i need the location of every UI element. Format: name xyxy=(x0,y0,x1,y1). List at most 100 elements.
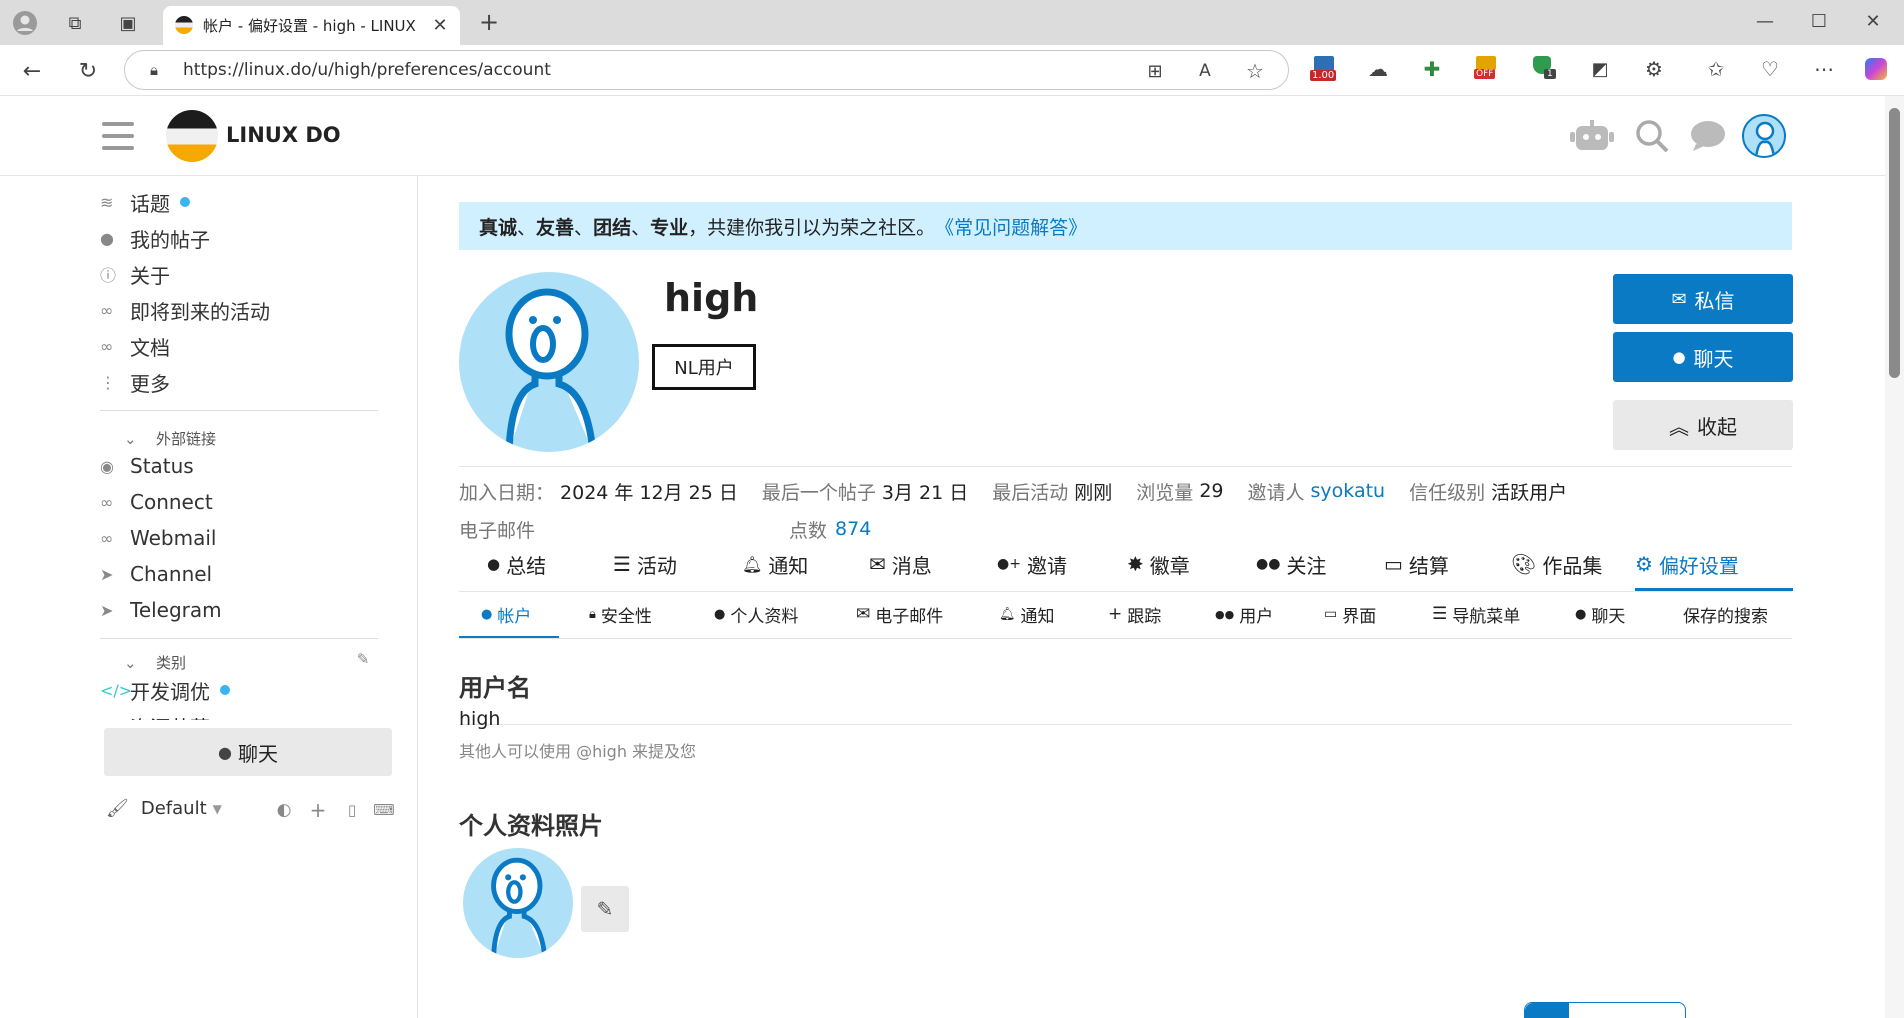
points-stat: 点数 874 xyxy=(789,514,871,544)
close-tab-icon[interactable]: ✕ xyxy=(429,14,451,36)
chat-button[interactable]: ● 聊天 xyxy=(1613,332,1793,382)
puzzle-green-icon[interactable]: ✚ xyxy=(1418,55,1446,83)
code-icon: </> xyxy=(100,680,133,700)
favorite-star-icon[interactable]: ☆ xyxy=(1243,59,1267,83)
faq-link[interactable]: 《常见问题解答》 xyxy=(935,213,1087,240)
collections-icon[interactable]: ⧉ xyxy=(60,8,90,38)
subtab-emails[interactable]: ✉ 电子邮件 xyxy=(856,594,943,634)
subtab-label: 帐户 xyxy=(497,606,532,627)
hamburger-menu-icon[interactable] xyxy=(102,120,134,152)
search-icon[interactable] xyxy=(1632,116,1672,156)
floating-widget[interactable] xyxy=(1524,1002,1686,1018)
subtab-chat[interactable]: ● 聊天 xyxy=(1575,594,1625,634)
cloud-icon[interactable]: ☁ xyxy=(1364,55,1392,83)
browser-essentials-icon[interactable]: ♡ xyxy=(1756,55,1784,83)
extension-price-icon[interactable]: 1.00 xyxy=(1310,53,1340,85)
copilot-icon[interactable] xyxy=(1862,55,1890,83)
chat-bubble-icon[interactable] xyxy=(1688,116,1728,156)
subtab-users[interactable]: ●● 用户 xyxy=(1215,594,1273,634)
address-bar[interactable]: 🔒︎ https://linux.do/u/high/preferences/a… xyxy=(124,50,1289,90)
sidebar-item-topics[interactable]: ≋ 话题 xyxy=(100,182,190,222)
subtab-profile[interactable]: ● 个人资料 xyxy=(714,594,798,634)
app-available-icon[interactable]: ⊞ xyxy=(1143,59,1167,83)
edit-photo-button[interactable]: ✎ xyxy=(581,886,629,932)
invited-by-link[interactable]: syokatu xyxy=(1311,480,1386,502)
divider xyxy=(459,466,1792,467)
subtab-interface[interactable]: ▭ 界面 xyxy=(1324,594,1376,634)
maximize-icon[interactable]: ☐ xyxy=(1806,8,1832,34)
back-icon[interactable]: ← xyxy=(18,57,46,85)
more-menu-icon[interactable]: ⋯ xyxy=(1810,55,1838,83)
collapse-button[interactable]: ︽ 收起 xyxy=(1613,400,1793,450)
keyboard-icon[interactable]: ⌨ xyxy=(372,798,396,822)
banner-text: 、 xyxy=(517,216,537,239)
sidebar-item-upcoming-events[interactable]: ∞ 即将到来的活动 xyxy=(100,290,270,330)
read-aloud-icon[interactable]: A xyxy=(1193,59,1217,83)
tab-messages[interactable]: ✉ 消息 xyxy=(869,544,932,584)
tab-preferences[interactable]: ⚙ 偏好设置 xyxy=(1635,544,1793,584)
subtab-account[interactable]: ● 帐户 xyxy=(481,594,531,634)
sidebar-item-status[interactable]: ◉ Status xyxy=(100,446,194,486)
sidebar-item-channel[interactable]: ➤ Channel xyxy=(100,554,212,594)
divider xyxy=(459,638,1792,639)
reload-icon[interactable]: ↻ xyxy=(74,57,102,85)
sidebar-item-docs[interactable]: ∞ 文档 xyxy=(100,326,170,366)
tab-following[interactable]: ●● 关注 xyxy=(1256,544,1326,584)
sidebar-item-more[interactable]: ⋮ 更多 xyxy=(100,362,170,402)
tab-invites[interactable]: ●+ 邀请 xyxy=(997,544,1067,584)
points-value[interactable]: 874 xyxy=(835,518,871,540)
half-circle-icon[interactable]: ◐ xyxy=(272,798,296,822)
user-avatar[interactable] xyxy=(1742,114,1786,158)
sidebar-item-my-posts[interactable]: ● 我的帖子 xyxy=(100,218,210,258)
tab-billing[interactable]: ▭ 结算 xyxy=(1384,544,1449,584)
pencil-icon[interactable]: ✎ xyxy=(352,648,374,670)
vertical-tabs-icon[interactable]: ▣ xyxy=(113,8,143,38)
invited-by-label: 邀请人 xyxy=(1247,481,1305,504)
subtab-notifications[interactable]: 🔔︎ 通知 xyxy=(999,594,1055,634)
tab-badges[interactable]: ✸ 徽章 xyxy=(1127,544,1190,584)
mobile-icon[interactable]: ▯ xyxy=(340,798,364,822)
sidebar-item-about[interactable]: ⓘ 关于 xyxy=(100,254,170,294)
sidebar-item-connect[interactable]: ∞ Connect xyxy=(100,482,213,522)
send-extension-icon[interactable]: ◩ xyxy=(1586,55,1614,83)
send-message-button[interactable]: ✉ 私信 xyxy=(1613,274,1793,324)
subtab-navigation-menu[interactable]: ☰ 导航菜单 xyxy=(1432,594,1520,634)
new-tab-icon[interactable]: + xyxy=(476,8,502,36)
sidebar-item-label: 开发调优 xyxy=(130,679,210,704)
scrollbar-thumb[interactable] xyxy=(1889,108,1900,378)
lock-icon[interactable]: 🔒︎ xyxy=(143,59,165,81)
tab-activity[interactable]: ☰ 活动 xyxy=(613,544,677,584)
extension-off-icon[interactable]: OFF xyxy=(1472,53,1502,85)
subtab-security[interactable]: 🔒︎ 安全性 xyxy=(589,594,652,634)
extensions-icon[interactable]: ⚙ xyxy=(1640,55,1668,83)
sidebar-item-telegram[interactable]: ➤ Telegram xyxy=(100,590,222,630)
button-label: 私信 xyxy=(1694,288,1735,313)
close-window-icon[interactable]: ✕ xyxy=(1860,8,1886,34)
sidebar-item-webmail[interactable]: ∞ Webmail xyxy=(100,518,216,558)
sidebar-item-category-resources[interactable]: ◼ 资源荟萃 xyxy=(100,706,378,721)
share-icon: ◼ xyxy=(100,717,130,721)
sidebar-item-label: 更多 xyxy=(130,371,170,396)
favorites-icon[interactable]: ✩ xyxy=(1702,55,1730,83)
page-scrollbar[interactable] xyxy=(1885,96,1904,1018)
url-text[interactable]: https://linux.do/u/high/preferences/acco… xyxy=(183,60,551,80)
list-icon: ☰ xyxy=(1432,604,1448,624)
shield-extension-icon[interactable]: 1 xyxy=(1528,53,1558,85)
theme-selector[interactable]: 🖌︎ Default ▼ xyxy=(106,798,222,819)
tab-summary[interactable]: ● 总结 xyxy=(487,544,546,584)
robot-icon[interactable] xyxy=(1570,116,1614,156)
site-logo-icon[interactable] xyxy=(166,110,218,162)
minimize-icon[interactable]: — xyxy=(1752,8,1778,34)
subtab-saved-searches[interactable]: 保存的搜索 xyxy=(1683,594,1768,634)
tab-portfolio[interactable]: 🎨︎ 作品集 xyxy=(1511,544,1602,584)
users-icon: ●● xyxy=(1256,556,1281,572)
active-tab[interactable]: 帐户 - 偏好设置 - high - LINUX DO ✕ xyxy=(163,6,460,45)
sidebar-item-category-dev[interactable]: </> 开发调优 xyxy=(100,670,230,710)
site-name[interactable]: LINUX DO xyxy=(226,123,341,147)
subtab-tracking[interactable]: + 跟踪 xyxy=(1108,594,1161,634)
plus-icon[interactable]: + xyxy=(306,798,330,822)
sidebar-chat-button[interactable]: ● 聊天 xyxy=(104,728,392,776)
tab-notifications[interactable]: 🔔︎ 通知 xyxy=(742,544,808,584)
banner-text: 、 xyxy=(574,216,594,239)
profile-icon[interactable] xyxy=(10,8,40,38)
